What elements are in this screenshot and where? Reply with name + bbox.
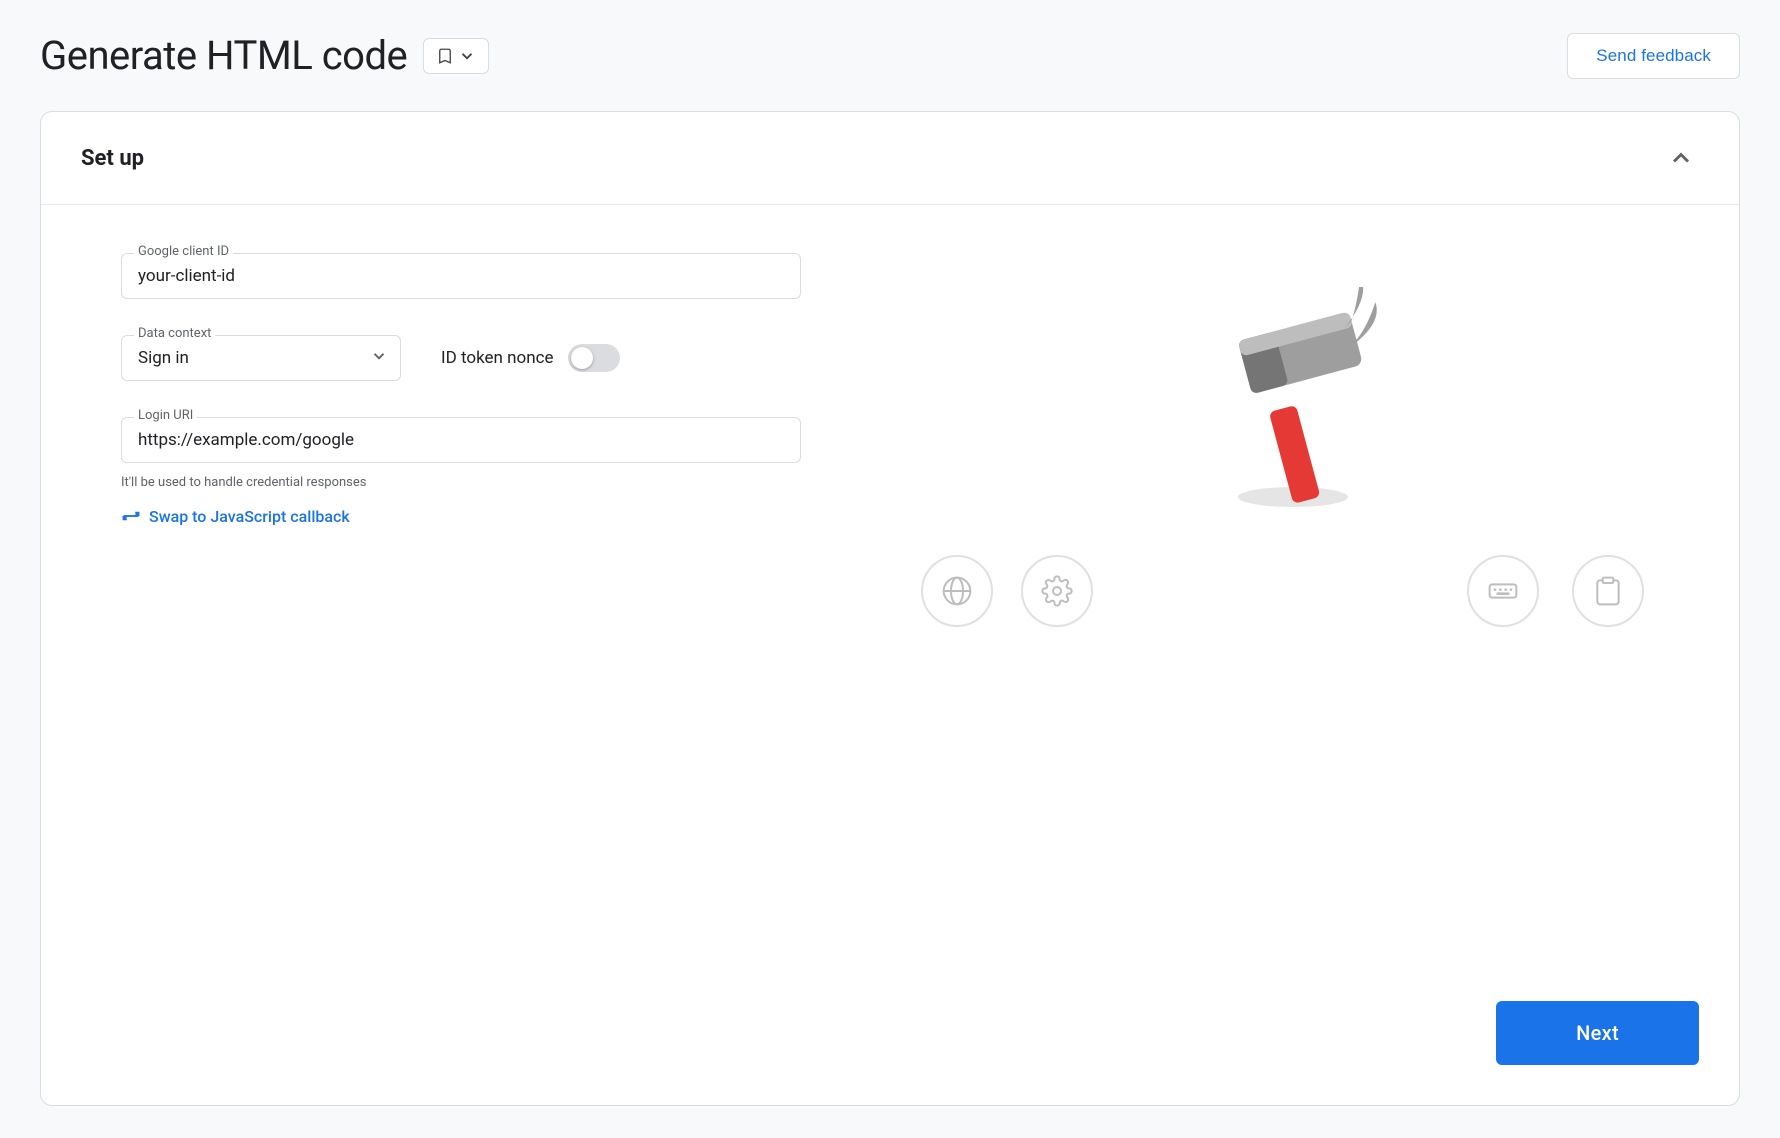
- login-uri-label: Login URI: [134, 408, 197, 423]
- card-body: Google client ID Data context Sign in Si…: [41, 205, 1739, 977]
- page-header: Generate HTML code Send feedback: [40, 32, 1740, 79]
- main-card: Set up Google client ID Data context Sig…: [40, 111, 1740, 1106]
- clipboard-circle-icon: [1572, 555, 1644, 627]
- swap-arrows-icon: [121, 506, 141, 526]
- data-context-label: Data context: [134, 326, 215, 341]
- bookmark-button[interactable]: [423, 38, 489, 74]
- toggle-slider: [568, 344, 620, 372]
- id-token-nonce-toggle[interactable]: [568, 344, 620, 372]
- hammer-icon: [1208, 287, 1388, 507]
- id-token-nonce-group: ID token nonce: [441, 344, 620, 372]
- login-uri-input[interactable]: [138, 426, 784, 454]
- collapse-button[interactable]: [1663, 140, 1699, 176]
- card-title: Set up: [81, 146, 144, 171]
- swap-to-js-callback-link[interactable]: Swap to JavaScript callback: [121, 506, 801, 526]
- icon-circles-group: [861, 253, 1699, 929]
- clipboard-icon: [1592, 575, 1624, 607]
- keyboard-circle-icon: [1467, 555, 1539, 627]
- hammer-illustration: [1208, 287, 1388, 511]
- login-uri-section: Login URI It'll be used to handle creden…: [121, 417, 801, 526]
- card-header: Set up: [41, 112, 1739, 205]
- send-feedback-button[interactable]: Send feedback: [1567, 33, 1740, 79]
- google-client-id-field: Google client ID: [121, 253, 801, 299]
- context-row: Data context Sign in Sign up ID token no…: [121, 335, 801, 381]
- bookmark-icon: [436, 47, 454, 65]
- chevron-up-icon: [1667, 144, 1695, 172]
- data-context-select[interactable]: Sign in Sign up: [138, 344, 384, 372]
- id-token-nonce-label: ID token nonce: [441, 348, 554, 368]
- login-uri-field: Login URI: [121, 417, 801, 463]
- data-context-field: Data context Sign in Sign up: [121, 335, 401, 381]
- chevron-down-icon: [458, 47, 476, 65]
- globe-icon: [941, 575, 973, 607]
- gear-circle-icon: [1021, 555, 1093, 627]
- gear-icon: [1041, 575, 1073, 607]
- card-footer: Next: [41, 977, 1739, 1105]
- page-title: Generate HTML code: [40, 32, 407, 79]
- header-left: Generate HTML code: [40, 32, 489, 79]
- keyboard-icon: [1487, 575, 1519, 607]
- globe-circle-icon: [921, 555, 993, 627]
- next-button[interactable]: Next: [1496, 1001, 1699, 1065]
- form-section: Google client ID Data context Sign in Si…: [121, 253, 801, 929]
- illustration-section: [861, 253, 1699, 929]
- google-client-id-input[interactable]: [138, 262, 784, 290]
- google-client-id-label: Google client ID: [134, 244, 233, 259]
- login-uri-hint: It'll be used to handle credential respo…: [121, 475, 801, 490]
- swap-link-label: Swap to JavaScript callback: [149, 507, 350, 526]
